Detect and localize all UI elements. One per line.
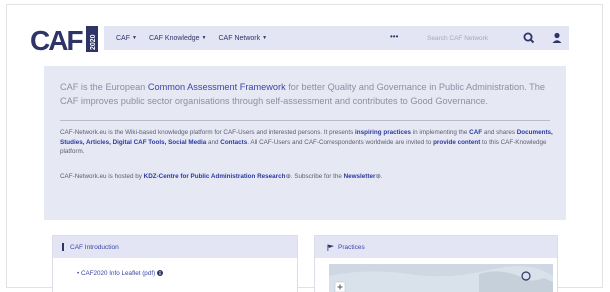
text: CAF-Network.eu is hosted by bbox=[60, 173, 144, 180]
intro-lead-text-1: CAF is the European bbox=[60, 82, 148, 92]
practices-title: Practices bbox=[338, 243, 365, 251]
map-image bbox=[329, 264, 553, 292]
intro-lead-highlight: Common Assessment Framework bbox=[147, 82, 286, 92]
user-icon[interactable] bbox=[550, 31, 564, 45]
search-icon[interactable] bbox=[522, 31, 536, 45]
text: CAF-Network.eu is the Wiki-based knowled… bbox=[60, 129, 356, 136]
nav-caf[interactable]: CAF ▼ bbox=[116, 35, 137, 42]
text: ⊕. Subscribe for the bbox=[285, 173, 344, 180]
link-newsletter[interactable]: Newsletter bbox=[344, 173, 376, 180]
caf-logo-mark: CAF 2020 bbox=[30, 25, 98, 56]
nav-caf-label: CAF bbox=[116, 34, 130, 42]
caf2020-leaflet-link[interactable]: • CAF2020 Info Leaflet (pdf) bbox=[77, 270, 164, 277]
page: CAF 2020 CAF ▼ CAF Knowledge ▼ CAF Netwo… bbox=[0, 0, 610, 292]
main-navbar: CAF ▼ CAF Knowledge ▼ CAF Network ▼ ••• bbox=[104, 26, 569, 50]
svg-text:CAF: CAF bbox=[30, 25, 83, 56]
practices-card: Practices bbox=[314, 235, 558, 292]
link-provide-content[interactable]: provide content bbox=[433, 139, 480, 146]
flag-icon bbox=[327, 244, 334, 251]
intro-lead: CAF is the European Common Assessment Fr… bbox=[60, 80, 556, 108]
practices-header: Practices bbox=[315, 236, 557, 258]
chevron-down-icon: ▼ bbox=[262, 35, 268, 41]
chevron-down-icon: ▼ bbox=[132, 35, 137, 41]
nav-caf-knowledge-label: CAF Knowledge bbox=[148, 34, 200, 42]
search-input[interactable] bbox=[421, 29, 514, 47]
text: in implementing the bbox=[411, 129, 470, 136]
text: . All CAF-Users and CAF-Correspondents w… bbox=[247, 138, 434, 146]
link-caf[interactable]: CAF bbox=[469, 129, 482, 136]
intro-panel: CAF is the European Common Assessment Fr… bbox=[44, 66, 566, 220]
nav-caf-knowledge[interactable]: CAF Knowledge ▼ bbox=[149, 35, 207, 42]
caf-introduction-card: CAF Introduction • CAF2020 Info Leaflet … bbox=[52, 235, 298, 292]
text: ⊕. bbox=[375, 173, 383, 180]
intro-paragraph-2: CAF-Network.eu is hosted by KDZ-Centre f… bbox=[60, 172, 558, 182]
divider bbox=[60, 120, 550, 121]
nav-caf-network-label: CAF Network bbox=[218, 34, 261, 42]
chevron-down-icon: ▼ bbox=[201, 35, 207, 41]
bar-icon bbox=[62, 243, 64, 251]
info-icon bbox=[157, 270, 164, 276]
nav-caf-network[interactable]: CAF Network ▼ bbox=[219, 35, 268, 42]
caf-introduction-title: CAF Introduction bbox=[70, 243, 119, 251]
caf2020-leaflet-label: • CAF2020 Info Leaflet (pdf) bbox=[77, 270, 156, 277]
more-menu-button[interactable]: ••• bbox=[390, 32, 398, 41]
caf-introduction-header: CAF Introduction bbox=[53, 236, 297, 258]
intro-paragraph-1: CAF-Network.eu is the Wiki-based knowled… bbox=[60, 128, 558, 157]
link-kdz[interactable]: KDZ-Centre for Public Administration Res… bbox=[144, 173, 286, 180]
practices-map[interactable] bbox=[329, 264, 553, 292]
text: and bbox=[206, 138, 221, 146]
link-contacts[interactable]: Contacts bbox=[220, 139, 247, 146]
link-inspiring-practices[interactable]: inspiring practices bbox=[355, 129, 411, 136]
caf-logo[interactable]: CAF 2020 bbox=[30, 20, 110, 60]
text: and shares bbox=[482, 129, 517, 136]
logo-year: 2020 bbox=[90, 34, 97, 50]
